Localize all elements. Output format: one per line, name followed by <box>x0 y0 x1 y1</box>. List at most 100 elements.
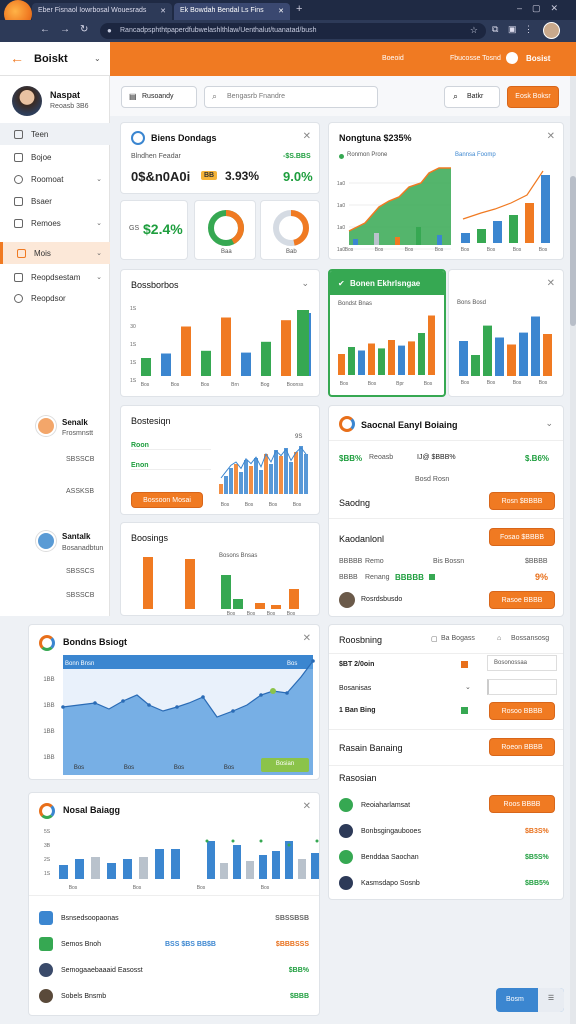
address-bar[interactable]: ● Rancadpsphthtpaperdfubwelashlthlaw/Uen… <box>100 23 486 39</box>
kpi-icon <box>131 131 145 145</box>
list-item[interactable]: Reoiaharlamsat Roos BBBB <box>329 795 563 815</box>
search-placeholder: Bengasrb Fnandre <box>227 93 285 100</box>
sidebar: Naspat Reoasb 3B6 Teen Bojoe Roomoat ⌄ Bs… <box>0 76 110 616</box>
bar <box>255 603 265 609</box>
back-arrow-icon[interactable]: ← <box>10 50 24 66</box>
sidebar-item[interactable]: Bsaer <box>0 190 110 212</box>
input-field[interactable] <box>487 679 557 695</box>
list-item[interactable]: Benddaa Saochan $B5S% <box>329 847 563 867</box>
new-tab-icon[interactable]: + <box>296 3 302 15</box>
sidebar-item[interactable]: Bojoe <box>0 146 110 168</box>
data-point <box>175 705 179 709</box>
extension-icon[interactable]: ▣ <box>508 24 517 35</box>
scrollbar[interactable] <box>570 76 576 1024</box>
chart-button[interactable]: Bosian <box>261 758 309 772</box>
action-button[interactable]: Roos BBBB <box>489 795 555 813</box>
tick-label: Bos <box>293 502 302 508</box>
bar <box>233 599 243 609</box>
bar <box>531 316 540 376</box>
avatar <box>339 824 353 838</box>
list-item-value: $B3S% <box>525 827 549 835</box>
list-item[interactable]: Bsnsedsoopaonas SBSSBSB <box>29 909 319 927</box>
list-item[interactable]: Kasmsdapo Sosnb $BB5% <box>329 873 563 893</box>
profile-avatar[interactable] <box>543 22 560 39</box>
bar <box>221 317 231 376</box>
bar <box>59 865 68 879</box>
action-button[interactable]: Rasoe BBBB <box>489 591 555 609</box>
kpi-subtitle: Blndhen Feadar <box>131 153 181 160</box>
scrollbar-thumb[interactable] <box>570 176 576 326</box>
chevron-down-icon[interactable]: ⌄ <box>94 54 101 63</box>
card-title: Saocnal Eanyl Boiaing <box>361 420 458 430</box>
growth-chart: 1a01a01a01a01a0BosBosBosBosBosBosBosBos <box>337 167 550 253</box>
extension-icon[interactable]: ⧉ <box>492 24 498 35</box>
sidebar-item[interactable]: Teen <box>0 123 110 145</box>
action-button[interactable]: Roeon BBBB <box>489 738 555 756</box>
extension-icon[interactable]: ⋮ <box>524 24 533 35</box>
star-icon[interactable]: ☆ <box>470 25 478 36</box>
sidebar-item[interactable]: Roomoat ⌄ <box>0 168 110 190</box>
tick-label: Bos <box>375 247 384 253</box>
close-icon[interactable]: ✕ <box>303 131 311 142</box>
tab-label: Eber Fisnaol Iowrbosal Wouesrads <box>38 7 147 14</box>
data-point <box>259 839 263 843</box>
reload-icon[interactable]: ↻ <box>80 24 88 35</box>
browser-tab[interactable]: Eber Fisnaol Iowrbosal Wouesrads ✕ <box>32 3 172 20</box>
header-link[interactable]: Fbucosse Tosnd <box>450 55 501 62</box>
list-item[interactable]: Semogaaebaaaid Easosst $BB% <box>29 961 319 979</box>
status-dot <box>461 661 468 668</box>
status-dot <box>429 574 435 580</box>
bar <box>141 358 151 376</box>
tick-label: Bos <box>227 611 236 616</box>
action-button[interactable]: Fosao $BBBB <box>489 528 555 546</box>
bar <box>229 468 233 494</box>
back-icon[interactable]: ← <box>40 24 50 35</box>
search-input[interactable]: ⌕ Bengasrb Fnandre <box>204 86 378 108</box>
select-field[interactable]: Bosonossaa <box>487 655 557 671</box>
tick-label: Bos <box>513 247 522 253</box>
chart-legend: Bonn Bnsn <box>65 661 95 667</box>
tick-label: Bos <box>247 611 256 616</box>
action-button[interactable]: Rosoo BBBB <box>489 702 555 720</box>
close-icon[interactable]: ✕ <box>160 7 166 15</box>
filter-label[interactable]: Bossansosg <box>511 635 549 642</box>
forward-icon[interactable]: → <box>60 24 70 35</box>
bar <box>272 851 280 879</box>
browser-tab[interactable]: Ek Bowdah Bendal Ls Fins ✕ <box>174 3 290 20</box>
list-item[interactable]: Semos Bnoh BSS $BS BB$B $BBBSSS <box>29 935 319 953</box>
secondary-button[interactable]: ⌕ Batkr <box>444 86 500 108</box>
bar <box>358 350 365 375</box>
header-link[interactable]: Boeoid <box>382 55 404 62</box>
filter-label[interactable]: Ba Bogass <box>441 635 475 642</box>
bar <box>139 857 148 879</box>
sidebar-item[interactable]: Remoes ⌄ <box>0 212 110 234</box>
tick-label: Bos <box>405 247 414 253</box>
bar <box>353 239 358 245</box>
footer-button[interactable]: Bosm ☰ <box>496 988 564 1012</box>
list-item[interactable]: Sobels Bnsmb $BBB <box>29 987 319 1005</box>
filter-icon[interactable]: ▢ <box>431 635 438 643</box>
chevron-down-icon[interactable]: ⌄ <box>545 418 553 429</box>
donut-card: Bab <box>260 200 320 260</box>
list-item-value: $BB% <box>288 966 309 974</box>
action-button[interactable]: Rosn $BBBB <box>489 492 555 510</box>
bar <box>338 354 345 375</box>
donut-label: Baa <box>221 249 232 255</box>
chevron-down-icon[interactable]: ⌄ <box>465 683 471 691</box>
primary-button[interactable]: Eosk Boksr <box>507 86 559 108</box>
bar <box>507 344 516 376</box>
filter-button[interactable]: ▤ Rusoandy <box>121 86 197 108</box>
stat-value: IJ@ $BBB% <box>417 454 456 461</box>
tick-label: Bos <box>124 765 134 771</box>
tick-label: 1S <box>130 342 137 348</box>
sidebar-item[interactable]: Reopdsor <box>0 287 110 309</box>
close-icon[interactable]: ✕ <box>278 7 284 15</box>
chevron-down-icon: ⌄ <box>96 220 102 227</box>
bar <box>219 484 223 494</box>
list-item[interactable]: Bonbsgingaubooes $B3S% <box>329 821 563 841</box>
sidebar-item[interactable]: Reopdsestam ⌄ <box>0 266 110 288</box>
plot-header <box>63 655 313 669</box>
bar <box>234 464 238 494</box>
sidebar-item-active[interactable]: Mois ⌄ <box>0 242 110 264</box>
list-item-name: Sobels Bnsmb <box>61 992 107 1000</box>
